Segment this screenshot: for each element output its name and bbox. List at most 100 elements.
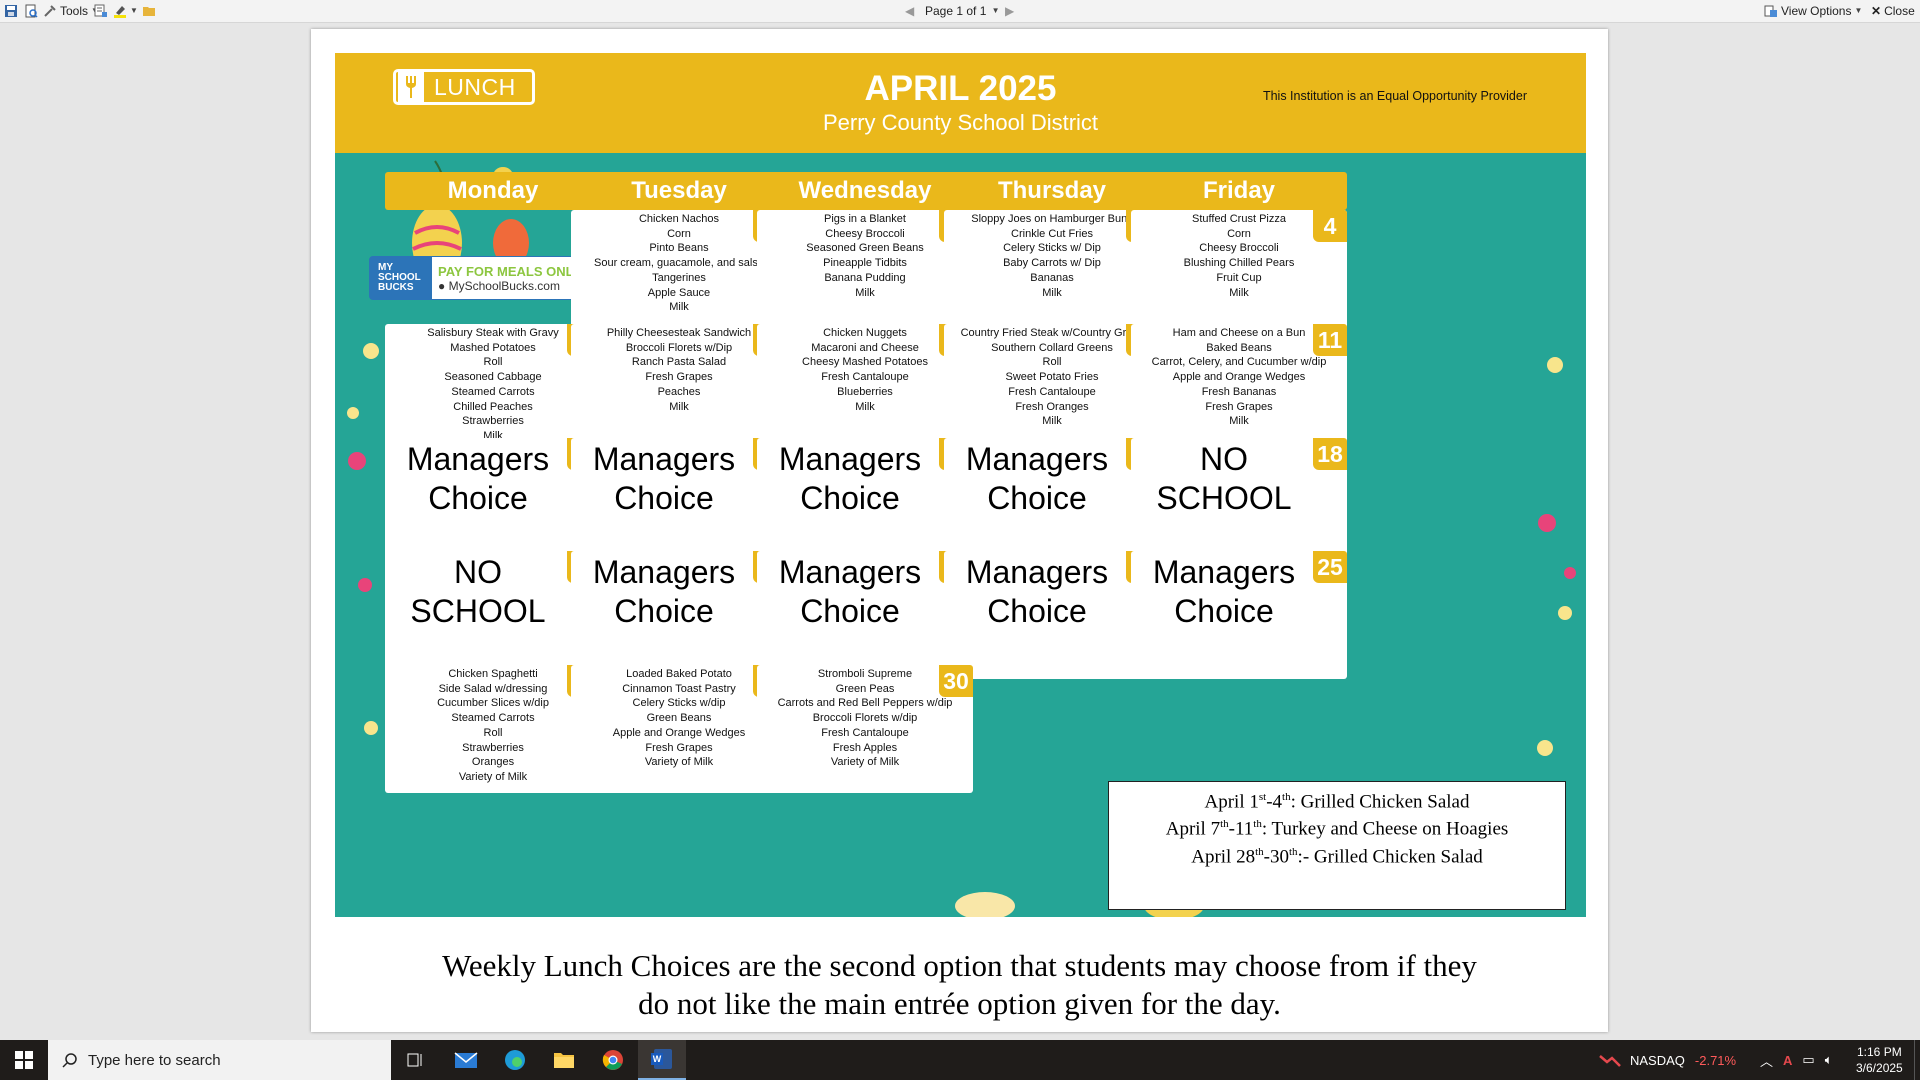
day-status-text: Managers Choice [944, 553, 1130, 631]
svg-text:W: W [653, 1054, 662, 1064]
menu-item: Milk [1042, 286, 1062, 299]
highlight-menu[interactable]: ▼ [113, 3, 138, 19]
page-selector[interactable]: Page 1 of 1 ▼ [925, 3, 1000, 19]
footer-line: do not like the main entrée option given… [638, 986, 1281, 1021]
day-status-text: Managers Choice [1131, 553, 1317, 631]
network-icon[interactable]: ▭ [1802, 1052, 1814, 1068]
folder-icon[interactable] [142, 3, 156, 19]
menu-item: Cheesy Broccoli [1199, 242, 1279, 255]
day-cell-3: Sloppy Joes on Hamburger Buns Crinkle Cut… [944, 210, 1160, 338]
search-placeholder: Type here to search [88, 1051, 221, 1069]
clock-date: 3/6/2025 [1856, 1061, 1903, 1075]
taskbar-search-box[interactable]: Type here to search [48, 1040, 391, 1080]
chrome-app-button[interactable] [589, 1040, 637, 1080]
menu-item: Blueberries [837, 385, 893, 398]
myschoolbucks-logo: MY SCHOOL BUCKS [370, 257, 432, 299]
save-icon[interactable] [4, 3, 18, 19]
day-number-badge: 18 [1313, 438, 1347, 470]
day-status-text: Managers Choice [757, 440, 943, 518]
menu-item: Roll [483, 726, 503, 739]
highlighter-icon [114, 6, 126, 18]
menu-item: Steamed Carrots [451, 712, 535, 725]
weekly-choice-part: April 28 [1191, 845, 1256, 867]
taskbar-clock[interactable]: 1:16 PM 3/6/2025 [1856, 1040, 1903, 1080]
weekly-choice-line: April 28th-30th:- Grilled Chicken Salad [1109, 841, 1565, 868]
day-status-text: Managers Choice [944, 440, 1130, 518]
track-changes-icon[interactable] [94, 3, 108, 19]
menu-item: Baby Carrots w/ Dip [1003, 257, 1101, 270]
stock-widget[interactable]: NASDAQ -2.71% [1598, 1040, 1736, 1080]
day-status-text: Managers Choice [385, 440, 571, 518]
word-app-button[interactable]: W [638, 1040, 686, 1080]
tools-menu[interactable]: Tools▼ [43, 3, 99, 19]
status-line: NO [454, 554, 502, 590]
menu-item: Fresh Bananas [1201, 385, 1277, 398]
weekly-choice-part: :- Grilled Chicken Salad [1297, 845, 1483, 867]
close-button[interactable]: ✕ Close [1871, 3, 1915, 19]
status-line: Managers [965, 554, 1109, 590]
status-line: Choice [614, 593, 714, 629]
day-cell-15: ManagersChoice15 [571, 438, 787, 566]
search-icon [62, 1053, 77, 1068]
status-line: Managers [406, 441, 550, 477]
menu-item: Variety of Milk [644, 756, 714, 769]
print-preview-icon[interactable] [24, 3, 38, 19]
next-page-icon[interactable]: ▶ [1005, 3, 1014, 19]
menu-item: Roll [1042, 356, 1062, 369]
system-tray: ︿ A ▭ 🔈︎ [1760, 1040, 1833, 1080]
menu-item: Fresh Grapes [645, 741, 713, 754]
day-number-badge: 11 [1313, 324, 1347, 356]
menu-item: Cheesy Mashed Potatoes [802, 356, 928, 369]
day-number-badge: 4 [1313, 210, 1347, 242]
status-line: Choice [428, 480, 528, 516]
day-cell-4: Stuffed Crust Pizza Corn Cheesy Broccoli Bl… [1131, 210, 1347, 338]
footer-note: Weekly Lunch Choices are the second opti… [311, 947, 1608, 1023]
mail-app-button[interactable] [442, 1040, 490, 1080]
day-cell-16: ManagersChoice16 [757, 438, 973, 566]
myschoolbucks-banner[interactable]: MY SCHOOL BUCKS PAY FOR MEALS ONLINE ● M… [369, 256, 597, 300]
chevron-up-icon[interactable]: ︿ [1760, 1051, 1773, 1070]
menu-item: Pineapple Tidbits [823, 257, 907, 270]
menu-item: Bananas [1030, 271, 1074, 284]
day-cell-9: Chicken Nuggets Macaroni and Cheese Cheesy… [757, 324, 973, 452]
menu-item: Ranch Pasta Salad [631, 356, 727, 369]
tools-icon [44, 5, 56, 17]
start-button[interactable] [0, 1040, 48, 1080]
menu-item: Steamed Carrots [451, 385, 535, 398]
menu-item: Fresh Cantaloupe [1008, 385, 1096, 398]
prev-page-icon[interactable]: ◀ [905, 3, 914, 19]
task-view-icon [407, 1053, 422, 1067]
weekly-choice-line: April 1st-4th: Grilled Chicken Salad [1109, 786, 1565, 813]
day-header-monday: Monday [385, 172, 601, 210]
day-cell-17: ManagersChoice17 [944, 438, 1160, 566]
task-view-button[interactable] [392, 1040, 440, 1080]
globe-icon: ● [438, 278, 446, 293]
status-line: Choice [614, 480, 714, 516]
menu-item: Fresh Cantaloupe [821, 371, 909, 384]
menu-item: Broccoli Florets w/dip [812, 712, 918, 725]
status-line: Managers [1152, 554, 1296, 590]
menu-item: Fresh Apples [832, 741, 898, 754]
menu-item: Sour cream, guacamole, and salsa [594, 257, 764, 270]
volume-icon[interactable]: 🔈︎ [1825, 1052, 1833, 1068]
status-line: Choice [987, 480, 1087, 516]
status-line: SCHOOL [410, 593, 546, 629]
acrobat-icon[interactable]: A [1783, 1053, 1792, 1068]
menu-item: Strawberries [462, 415, 524, 428]
weekly-choice-part: : Turkey and Cheese on Hoagies [1261, 818, 1509, 840]
edge-app-button[interactable] [491, 1040, 539, 1080]
menu-item: Fresh Cantaloupe [821, 726, 909, 739]
status-line: Choice [800, 480, 900, 516]
view-options-menu[interactable]: View Options ▼ [1764, 3, 1862, 19]
day-cell-8: Philly Cheesesteak Sandwich Broccoli Flor… [571, 324, 787, 452]
file-explorer-button[interactable] [540, 1040, 588, 1080]
ticker-change: -2.71% [1694, 1052, 1737, 1068]
pay-url-text: MySchoolBucks.com [448, 278, 560, 293]
menu-item: Variety of Milk [458, 770, 528, 783]
status-line: Managers [592, 554, 736, 590]
menu-item: Seasoned Green Beans [806, 242, 924, 255]
district-name: Perry County School District [822, 110, 1099, 135]
day-header-wednesday: Wednesday [757, 172, 973, 210]
weekly-choices-box: April 1st-4th: Grilled Chicken Salad Apri… [1108, 781, 1566, 910]
show-desktop-button[interactable] [1914, 1040, 1920, 1080]
